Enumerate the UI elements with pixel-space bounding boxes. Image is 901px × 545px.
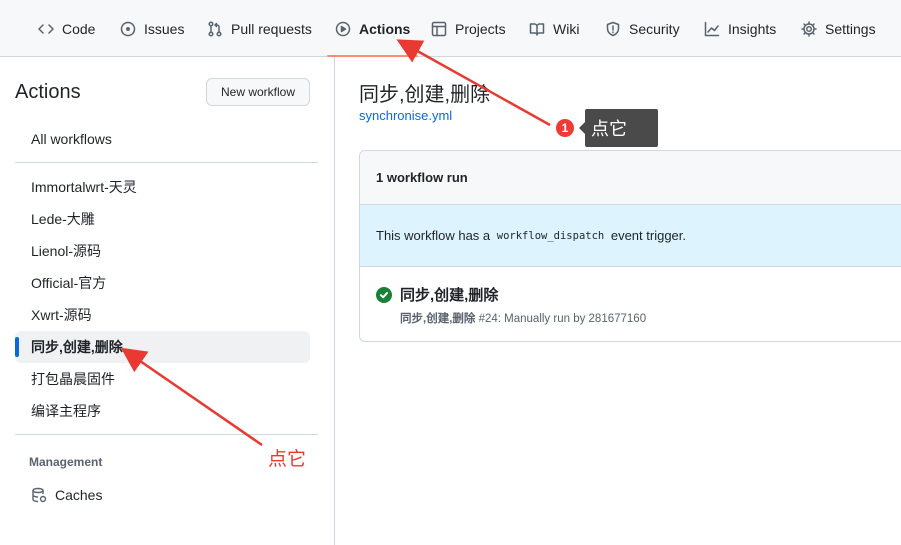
tab-settings[interactable]: Settings [801,0,876,57]
sidebar-divider [15,434,318,435]
tab-projects-label: Projects [455,20,506,37]
sidebar-item-caches[interactable]: Caches [15,479,310,511]
workflow-run-row[interactable]: 同步,创建,删除 [376,284,498,305]
workflow-title: 同步,创建,删除 [359,84,491,106]
sidebar-title: Actions [15,81,81,103]
graph-icon [704,21,720,37]
management-heading: Management [29,455,103,469]
check-circle-icon [376,286,392,303]
tab-insights[interactable]: Insights [704,0,776,57]
new-workflow-button[interactable]: New workflow [206,78,310,106]
pull-request-icon [207,20,223,37]
tab-wiki[interactable]: Wiki [529,0,579,57]
sidebar-item-xwrt[interactable]: Xwrt-源码 [15,299,310,331]
shield-icon [605,21,621,37]
tab-security[interactable]: Security [605,0,680,57]
workflow-sidebar: Actions New workflow All workflows Immor… [0,57,335,545]
sidebar-item-lede[interactable]: Lede-大雕 [15,203,310,235]
info-code: workflow_dispatch [496,229,605,242]
run-subtitle-workflow: 同步,创建,删除 [400,313,476,325]
tab-security-label: Security [629,20,680,37]
tab-issues[interactable]: Issues [120,0,184,57]
tab-issues-label: Issues [144,20,185,37]
sidebar-item-lienol[interactable]: Lienol-源码 [15,235,310,267]
run-subtitle: 同步,创建,删除 #24: Manually run by 281677160 [400,310,646,326]
tab-pull-requests-label: Pull requests [231,20,312,37]
tab-settings-label: Settings [825,20,876,37]
workflow-runs-box: 1 workflow run This workflow has a workf… [359,150,901,342]
run-count: 1 workflow run [360,151,901,205]
annotation-red-label: 点它 [268,449,307,470]
tab-insights-label: Insights [728,20,777,37]
info-prefix: This workflow has a [376,228,494,243]
run-subtitle-detail: #24: Manually run by 281677160 [475,313,647,325]
repo-nav: Code Issues Pull requests Actions Projec… [0,0,901,57]
book-icon [529,21,545,37]
caches-label: Caches [55,487,103,503]
issue-icon [120,21,136,37]
run-title[interactable]: 同步,创建,删除 [400,284,498,305]
sidebar-item-immortalwrt[interactable]: Immortalwrt-天灵 [15,171,310,203]
tab-wiki-label: Wiki [553,20,580,37]
tab-code[interactable]: Code [38,0,95,57]
sidebar-item-all-workflows[interactable]: All workflows [15,123,310,155]
tab-pull-requests[interactable]: Pull requests [207,0,312,57]
tab-projects[interactable]: Projects [431,0,506,57]
table-icon [431,21,447,37]
gear-icon [801,20,817,37]
sidebar-item-package-firmware[interactable]: 打包晶晨固件 [15,363,310,395]
tab-actions-label: Actions [359,20,411,37]
sidebar-item-compile-main[interactable]: 编译主程序 [15,395,310,427]
annotation-tooltip: 点它 [579,109,658,147]
tab-code-label: Code [62,20,96,37]
dispatch-info-banner: This workflow has a workflow_dispatch ev… [360,205,901,267]
database-icon [31,487,47,503]
tab-actions[interactable]: Actions [326,0,419,57]
info-suffix: event trigger. [607,228,687,243]
sidebar-divider [15,162,318,163]
code-icon [38,21,54,37]
sidebar-item-official[interactable]: Official-官方 [15,267,310,299]
play-icon [335,21,351,37]
workflow-file-link[interactable]: synchronise.yml [359,108,452,123]
sidebar-item-sync-create-delete[interactable]: 同步,创建,删除 [15,331,310,363]
step-badge: 1 [555,118,575,138]
